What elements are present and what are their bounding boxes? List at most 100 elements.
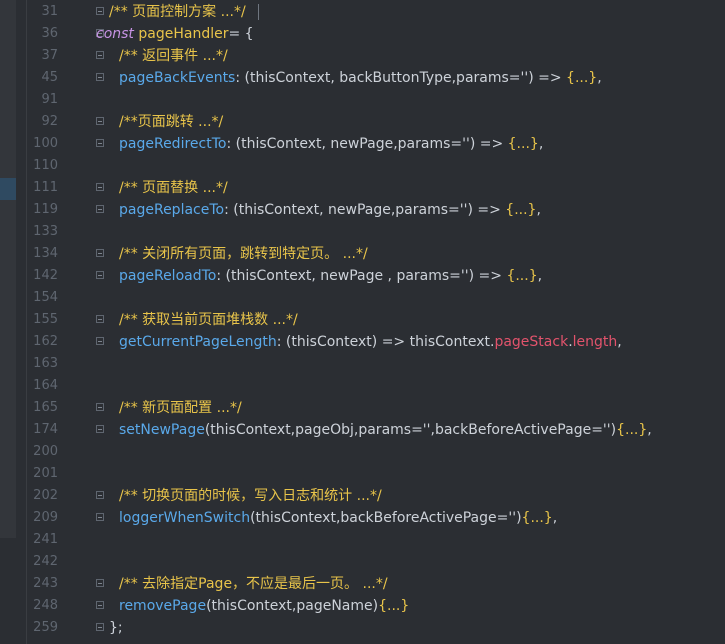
fold-toggle-icon[interactable]	[96, 337, 104, 345]
code-text[interactable]: pageRedirectTo: (thisContext, newPage,pa…	[119, 133, 543, 155]
code-token: (thisContext,pageObj,params='',backBefor…	[204, 422, 617, 438]
code-text[interactable]: /** 返回事件 ...*/	[119, 45, 228, 67]
line-number: 165	[33, 400, 58, 415]
code-token: = {	[228, 26, 254, 42]
code-text[interactable]: setNewPage(thisContext,pageObj,params=''…	[119, 419, 652, 441]
line-number: 201	[33, 466, 58, 481]
fold-toggle-icon[interactable]	[96, 491, 104, 499]
code-line[interactable]: 242	[0, 551, 725, 573]
code-line[interactable]: 162 getCurrentPageLength: (thisContext) =…	[0, 331, 725, 353]
line-number: 110	[33, 158, 58, 173]
fold-toggle-icon[interactable]	[96, 183, 104, 191]
code-token: {...}	[506, 268, 538, 284]
line-number: 134	[33, 246, 58, 261]
code-editor[interactable]: 31 /** 页面控制方案 ...*/ 36 const pageHandler= {…	[0, 0, 725, 644]
code-text[interactable]: pageReloadTo: (thisContext, newPage , pa…	[119, 265, 542, 287]
code-line[interactable]: 241	[0, 529, 725, 551]
line-number: 243	[33, 576, 58, 591]
code-token: /** 页面替换 ...*/	[119, 180, 228, 196]
line-number: 91	[41, 92, 58, 107]
code-line[interactable]: 134 /** 关闭所有页面，跳转到特定页。 ...*/	[0, 243, 725, 265]
code-token: : (thisContext, newPage,params='') =>	[226, 136, 508, 152]
code-line[interactable]: 133	[0, 221, 725, 243]
code-token: getCurrentPageLength	[119, 334, 277, 350]
code-token: setNewPage	[119, 422, 205, 438]
code-token: loggerWhenSwitch	[119, 510, 251, 526]
line-number: 174	[33, 422, 58, 437]
line-number: 37	[41, 48, 58, 63]
code-token: : (thisContext, newPage,params='') =>	[224, 202, 506, 218]
code-line[interactable]: 154	[0, 287, 725, 309]
fold-toggle-icon[interactable]	[96, 249, 104, 257]
code-line[interactable]: 92 /**页面跳转 ...*/	[0, 111, 725, 133]
fold-toggle-icon[interactable]	[96, 315, 104, 323]
code-text[interactable]: /** 切换页面的时候，写入日志和统计 ...*/	[119, 485, 382, 507]
code-token: {...}	[507, 136, 539, 152]
fold-toggle-icon[interactable]	[96, 271, 104, 279]
fold-toggle-icon[interactable]	[96, 579, 104, 587]
code-line[interactable]: 201	[0, 463, 725, 485]
code-line[interactable]: 248 removePage(thisContext,pageName){...}	[0, 595, 725, 617]
code-text[interactable]: /**页面跳转 ...*/	[119, 111, 223, 133]
code-line[interactable]: 45 pageBackEvents: (thisContext, backButt…	[0, 67, 725, 89]
code-line[interactable]: 164	[0, 375, 725, 397]
code-line[interactable]: 155 /** 获取当前页面堆栈数 ...*/	[0, 309, 725, 331]
line-number: 259	[33, 620, 58, 635]
line-number: 100	[33, 136, 58, 151]
fold-toggle-icon[interactable]	[96, 601, 104, 609]
code-line[interactable]: 209 loggerWhenSwitch(thisContext,backBefo…	[0, 507, 725, 529]
fold-toggle-icon[interactable]	[96, 513, 104, 521]
code-text[interactable]: /** 页面替换 ...*/	[119, 177, 228, 199]
line-number: 92	[41, 114, 58, 129]
code-line[interactable]: 163	[0, 353, 725, 375]
code-line[interactable]: 119 pageReplaceTo: (thisContext, newPage,…	[0, 199, 725, 221]
fold-toggle-icon[interactable]	[96, 73, 104, 81]
code-line[interactable]: 100 pageRedirectTo: (thisContext, newPage…	[0, 133, 725, 155]
code-text[interactable]: /** 关闭所有页面，跳转到特定页。 ...*/	[119, 243, 368, 265]
code-token: pageReplaceTo	[119, 202, 225, 218]
code-line[interactable]: 36 const pageHandler= {	[0, 23, 725, 45]
code-line[interactable]: 111 /** 页面替换 ...*/	[0, 177, 725, 199]
code-line[interactable]: 202 /** 切换页面的时候，写入日志和统计 ...*/	[0, 485, 725, 507]
code-token: pageStack	[494, 334, 569, 350]
code-line[interactable]: 174 setNewPage(thisContext,pageObj,params…	[0, 419, 725, 441]
code-line[interactable]: 243 /** 去除指定Page，不应是最后一页。 ...*/	[0, 573, 725, 595]
code-line[interactable]: 200	[0, 441, 725, 463]
code-text[interactable]: loggerWhenSwitch(thisContext,backBeforeA…	[119, 507, 557, 529]
code-text[interactable]: /** 新页面配置 ...*/	[119, 397, 242, 419]
code-text[interactable]: pageBackEvents: (thisContext, backButton…	[119, 67, 602, 89]
line-number: 209	[33, 510, 58, 525]
fold-toggle-icon[interactable]	[96, 139, 104, 147]
code-line[interactable]: 110	[0, 155, 725, 177]
code-line[interactable]: 31 /** 页面控制方案 ...*/	[0, 1, 725, 23]
code-token: : (thisContext) => thisContext.	[276, 334, 495, 350]
fold-toggle-icon[interactable]	[96, 7, 104, 15]
code-token: /** 去除指定Page，不应是最后一页。 ...*/	[119, 576, 388, 592]
code-text[interactable]: /** 去除指定Page，不应是最后一页。 ...*/	[119, 573, 388, 595]
code-token: /** 切换页面的时候，写入日志和统计 ...*/	[119, 488, 382, 504]
fold-toggle-icon[interactable]	[96, 403, 104, 411]
code-text[interactable]: const pageHandler= {	[96, 23, 254, 45]
code-text[interactable]: /** 获取当前页面堆栈数 ...*/	[119, 309, 298, 331]
line-number: 241	[33, 532, 58, 547]
code-token: const	[96, 26, 134, 42]
code-text[interactable]: };	[109, 617, 123, 639]
code-text[interactable]: removePage(thisContext,pageName){...}	[119, 595, 409, 617]
code-text[interactable]: getCurrentPageLength: (thisContext) => t…	[119, 331, 622, 353]
line-number: 142	[33, 268, 58, 283]
code-text[interactable]: /** 页面控制方案 ...*/	[109, 1, 246, 23]
code-text[interactable]: pageReplaceTo: (thisContext, newPage,par…	[119, 199, 541, 221]
fold-toggle-icon[interactable]	[96, 51, 104, 59]
fold-toggle-icon[interactable]	[96, 117, 104, 125]
code-line[interactable]: 142 pageReloadTo: (thisContext, newPage ,…	[0, 265, 725, 287]
code-line[interactable]: 37 /** 返回事件 ...*/	[0, 45, 725, 67]
code-line[interactable]: 91	[0, 89, 725, 111]
fold-toggle-icon[interactable]	[96, 205, 104, 213]
code-line[interactable]: 165 /** 新页面配置 ...*/	[0, 397, 725, 419]
line-number: 36	[41, 26, 58, 41]
code-line[interactable]: 259};	[0, 617, 725, 639]
code-token: (thisContext,pageName)	[206, 598, 379, 614]
line-number: 202	[33, 488, 58, 503]
fold-toggle-icon[interactable]	[96, 425, 104, 433]
fold-toggle-icon[interactable]	[96, 623, 104, 631]
